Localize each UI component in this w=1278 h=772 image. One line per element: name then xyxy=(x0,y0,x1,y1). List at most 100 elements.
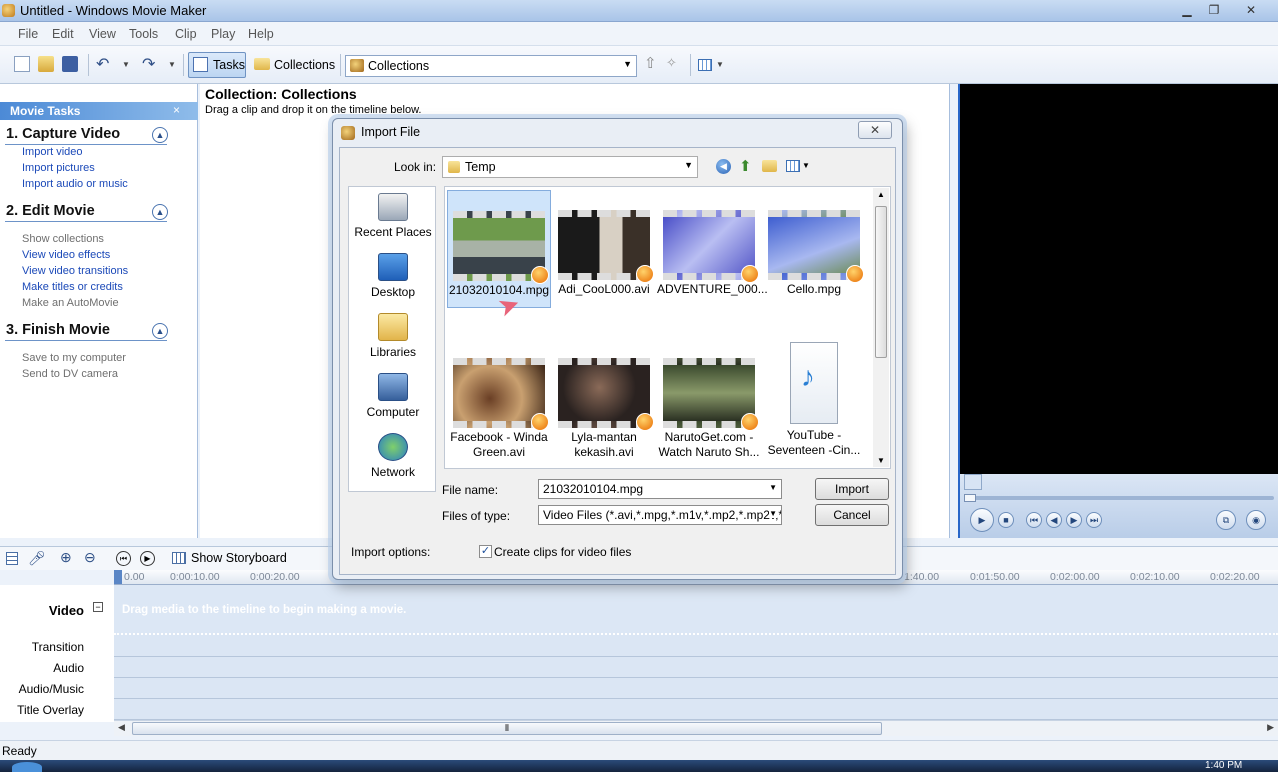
chevron-down-icon[interactable]: ▼ xyxy=(769,483,777,492)
timeline-scrollbar[interactable]: ◀ ⦀ ▶ xyxy=(114,720,1278,736)
close-icon[interactable]: ✕ xyxy=(858,121,892,139)
rewind-icon[interactable]: ◀ xyxy=(1046,512,1062,528)
file-item[interactable]: Adi_CooL000.avi xyxy=(552,210,656,297)
menu-view[interactable]: View xyxy=(89,27,116,41)
file-type-select[interactable]: Video Files (*.avi,*.mpg,*.m1v,*.mp2,*.m… xyxy=(538,505,782,525)
up-folder-icon[interactable]: ⬆ xyxy=(739,157,752,175)
import-video-link[interactable]: Import video xyxy=(22,146,83,158)
cancel-button[interactable]: Cancel xyxy=(815,504,889,526)
back-icon[interactable]: ◀ xyxy=(716,159,731,174)
file-name-input[interactable]: 21032010104.mpg ▼ xyxy=(538,479,782,499)
collapse-track-icon[interactable]: − xyxy=(93,602,103,612)
collection-combo[interactable]: Collections ▼ xyxy=(345,55,637,77)
detach-icon[interactable] xyxy=(964,474,982,490)
import-button[interactable]: Import xyxy=(815,478,889,500)
seek-thumb[interactable] xyxy=(964,494,976,502)
place-computer[interactable]: Computer xyxy=(349,373,437,419)
view-menu-dropdown-icon[interactable]: ▼ xyxy=(802,161,810,170)
chevron-down-icon[interactable]: ▼ xyxy=(769,509,777,518)
storyboard-view-icon[interactable] xyxy=(6,552,18,565)
collections-button[interactable]: Collections xyxy=(249,52,335,78)
collapse-icon[interactable]: ▲ xyxy=(152,204,168,220)
play-timeline-icon[interactable]: ▶ xyxy=(140,551,155,566)
menu-tools[interactable]: Tools xyxy=(129,27,158,41)
playhead[interactable] xyxy=(114,570,122,584)
new-project-icon[interactable] xyxy=(14,56,30,72)
section-edit-movie[interactable]: 2. Edit Movie xyxy=(6,203,95,219)
view-video-transitions-link[interactable]: View video transitions xyxy=(22,265,128,277)
collapse-icon[interactable]: ▲ xyxy=(152,323,168,339)
menu-play[interactable]: Play xyxy=(211,27,235,41)
start-orb-icon[interactable] xyxy=(12,762,42,772)
scroll-up-icon[interactable]: ▲ xyxy=(877,190,885,199)
open-project-icon[interactable] xyxy=(38,56,54,72)
forward-icon[interactable]: ▶ xyxy=(1066,512,1082,528)
section-capture-video[interactable]: 1. Capture Video xyxy=(6,126,120,142)
stop-icon[interactable]: ■ xyxy=(998,512,1014,528)
split-clip-icon[interactable]: ⧉ xyxy=(1216,510,1236,530)
collapse-icon[interactable]: ▲ xyxy=(152,127,168,143)
minimize-icon[interactable]: ▁ xyxy=(1176,2,1198,18)
views-dropdown-icon[interactable]: ▼ xyxy=(716,60,732,76)
import-pictures-link[interactable]: Import pictures xyxy=(22,162,95,174)
title-overlay-track[interactable] xyxy=(114,699,1278,720)
file-item[interactable]: Lyla-mantan kekasih.avi xyxy=(552,358,656,460)
rewind-timeline-icon[interactable]: ⏮ xyxy=(116,551,131,566)
look-in-combo[interactable]: Temp ▼ xyxy=(442,156,698,178)
show-storyboard-button[interactable]: Show Storyboard xyxy=(191,551,287,565)
file-list[interactable]: 21032010104.mpg Adi_CooL000.avi ADVENTUR… xyxy=(444,186,891,469)
zoom-out-icon[interactable]: ⊖ xyxy=(84,549,96,566)
undo-dropdown-icon[interactable]: ▼ xyxy=(122,60,138,76)
redo-icon[interactable]: ↷ xyxy=(142,54,158,73)
redo-dropdown-icon[interactable]: ▼ xyxy=(168,60,184,76)
file-item[interactable]: ADVENTURE_000... xyxy=(657,210,768,297)
transition-track[interactable] xyxy=(114,636,1278,657)
maximize-icon[interactable]: ❐ xyxy=(1203,2,1225,18)
place-libraries[interactable]: Libraries xyxy=(349,313,437,359)
file-item[interactable]: Facebook - Winda Green.avi xyxy=(447,358,551,460)
new-folder-icon[interactable]: ✧ xyxy=(666,55,682,71)
next-frame-icon[interactable]: ⏭ xyxy=(1086,512,1102,528)
snapshot-icon[interactable]: ◉ xyxy=(1246,510,1266,530)
create-clips-checkbox[interactable]: ✓ xyxy=(479,545,492,558)
section-finish-movie[interactable]: 3. Finish Movie xyxy=(6,322,110,338)
scroll-thumb[interactable] xyxy=(875,206,887,358)
place-recent-places[interactable]: Recent Places xyxy=(349,193,437,239)
tasks-button[interactable]: Tasks xyxy=(188,52,246,78)
scroll-down-icon[interactable]: ▼ xyxy=(877,456,885,465)
place-desktop[interactable]: Desktop xyxy=(349,253,437,299)
audio-track[interactable] xyxy=(114,657,1278,678)
place-network[interactable]: Network xyxy=(349,433,437,479)
menu-edit[interactable]: Edit xyxy=(52,27,74,41)
menu-help[interactable]: Help xyxy=(248,27,274,41)
file-item[interactable]: 21032010104.mpg xyxy=(447,190,551,308)
new-folder-icon[interactable] xyxy=(762,160,777,172)
create-clips-label[interactable]: Create clips for video files xyxy=(494,545,631,559)
view-menu-icon[interactable] xyxy=(786,160,800,172)
scroll-thumb[interactable]: ⦀ xyxy=(132,722,882,735)
close-icon[interactable]: × xyxy=(173,103,180,117)
scroll-left-icon[interactable]: ◀ xyxy=(118,722,125,733)
file-item[interactable]: NarutoGet.com - Watch Naruto Sh... xyxy=(657,358,761,460)
file-list-scrollbar[interactable]: ▲ ▼ xyxy=(873,188,889,467)
timeline-tracks[interactable]: Drag media to the timeline to begin maki… xyxy=(114,585,1278,722)
file-item[interactable]: ♪ YouTube - Seventeen -Cin... xyxy=(762,342,866,458)
views-icon[interactable] xyxy=(698,59,712,71)
undo-icon[interactable]: ↶ xyxy=(96,54,112,73)
menu-file[interactable]: File xyxy=(18,27,38,41)
audio-music-track[interactable] xyxy=(114,678,1278,699)
previous-frame-icon[interactable]: ⏮ xyxy=(1026,512,1042,528)
import-audio-link[interactable]: Import audio or music xyxy=(22,178,128,190)
up-level-icon[interactable]: ⇧ xyxy=(644,54,660,72)
view-video-effects-link[interactable]: View video effects xyxy=(22,249,110,261)
play-icon[interactable]: ▶ xyxy=(970,508,994,532)
close-icon[interactable]: ✕ xyxy=(1240,2,1262,18)
file-item[interactable]: Cello.mpg xyxy=(762,210,866,297)
video-track[interactable]: Drag media to the timeline to begin maki… xyxy=(114,585,1278,635)
menu-clip[interactable]: Clip xyxy=(175,27,197,41)
scroll-right-icon[interactable]: ▶ xyxy=(1267,722,1274,733)
narrate-icon[interactable]: 🎤︎ xyxy=(28,550,46,567)
save-project-icon[interactable] xyxy=(62,56,78,72)
make-titles-link[interactable]: Make titles or credits xyxy=(22,281,123,293)
zoom-in-icon[interactable]: ⊕ xyxy=(60,549,72,566)
